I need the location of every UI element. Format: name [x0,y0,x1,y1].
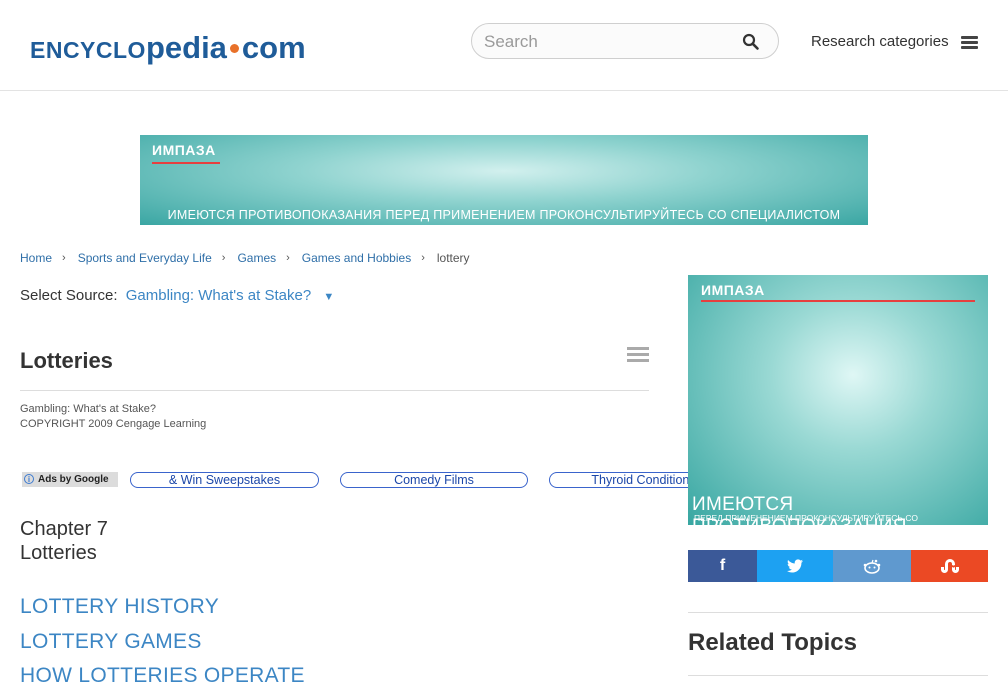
logo-part-1: ENCYCLO [30,37,146,63]
chapter-number: Chapter 7 [20,518,108,540]
research-categories-link[interactable]: Research categories [811,33,949,50]
chevron-right-icon: › [221,252,226,264]
breadcrumb-current: lottery [436,251,470,265]
facebook-share-button[interactable]: f [688,550,757,582]
site-header: ENCYCLO pedia com Research categories [0,0,1008,91]
breadcrumb: Home › Sports and Everyday Life › Games … [20,251,470,265]
logo-part-2: pedia [145,30,227,65]
related-topics-heading: Related Topics [688,629,857,656]
chapter-heading: Chapter 7 Lotteries [20,517,108,565]
ads-by-google-label[interactable]: i Ads by Google [22,472,118,487]
stumbleupon-share-button[interactable] [911,550,988,582]
banner-ad-rule [152,162,220,164]
chevron-right-icon: › [286,252,290,264]
reddit-share-button[interactable] [833,550,911,582]
search-input[interactable] [482,30,726,54]
banner-ad-warning: ИМЕЮТСЯ ПРОТИВОПОКАЗАНИЯ ПЕРЕД ПРИМЕНЕНИ… [167,208,841,222]
section-link-operate[interactable]: HOW LOTTERIES OPERATE [20,659,305,694]
sidebar-ad[interactable]: ИМПАЗА ИМЕЮТСЯ ПРОТИВОПОКАЗАНИЯ ПЕРЕД ПР… [688,275,988,525]
article-title-row: Lotteries [20,342,649,391]
breadcrumb-games[interactable]: Games [237,251,276,265]
section-link-history[interactable]: LOTTERY HISTORY [20,590,305,625]
source-selector: Select Source: Gambling: What's at Stake… [20,287,334,304]
chevron-right-icon: › [421,252,425,264]
chevron-right-icon: › [62,252,66,264]
ad-link-comedy-films[interactable]: Comedy Films [340,472,528,488]
breadcrumb-sports[interactable]: Sports and Everyday Life [78,251,212,265]
ad-link-sweepstakes[interactable]: & Win Sweepstakes [130,472,319,488]
page-title: Lotteries [20,348,113,373]
twitter-share-button[interactable] [757,550,833,582]
google-ads-row: i Ads by Google & Win Sweepstakes Comedy… [22,472,742,488]
search-box [471,23,779,59]
source-selector-label: Select Source: [20,287,118,304]
section-links: LOTTERY HISTORY LOTTERY GAMES HOW LOTTER… [20,590,305,694]
stumbleupon-icon [940,559,959,573]
source-selector-value[interactable]: Gambling: What's at Stake? [126,287,311,304]
logo-dot [229,44,239,53]
facebook-icon: f [719,557,726,574]
breadcrumb-home[interactable]: Home [20,251,52,265]
sidebar-ad-brand: ИМПАЗА [701,282,765,298]
sidebar-ad-warning-small: ПЕРЕД ПРИМЕНЕНИЕМ ПРОКОНСУЛЬТИРУЙТЕСЬ СО… [694,513,918,525]
sidebar-ad-rule [701,300,975,302]
table-of-contents-icon[interactable] [627,347,649,365]
twitter-icon [787,559,803,573]
article-source: Gambling: What's at Stake? [20,403,156,415]
ads-label-text: Ads by Google [38,474,109,485]
banner-ad-brand: ИМПАЗА [152,142,216,158]
share-bar: f [688,550,988,582]
site-logo[interactable]: ENCYCLO pedia com [30,22,306,65]
chapter-title: Lotteries [20,542,97,564]
info-icon: i [24,474,34,484]
menu-icon[interactable] [961,36,978,49]
search-icon[interactable] [742,33,760,51]
section-link-games[interactable]: LOTTERY GAMES [20,625,305,660]
logo-part-3: com [241,30,306,65]
banner-ad[interactable]: ИМПАЗА ИМЕЮТСЯ ПРОТИВОПОКАЗАНИЯ ПЕРЕД ПР… [140,135,868,225]
chevron-down-icon[interactable]: ▼ [323,291,334,303]
article-copyright: COPYRIGHT 2009 Cengage Learning [20,418,207,430]
reddit-icon [863,559,881,574]
article-meta: Gambling: What's at Stake? COPYRIGHT 200… [20,402,206,432]
related-topics: Related Topics [688,612,988,676]
breadcrumb-games-hobbies[interactable]: Games and Hobbies [302,251,411,265]
